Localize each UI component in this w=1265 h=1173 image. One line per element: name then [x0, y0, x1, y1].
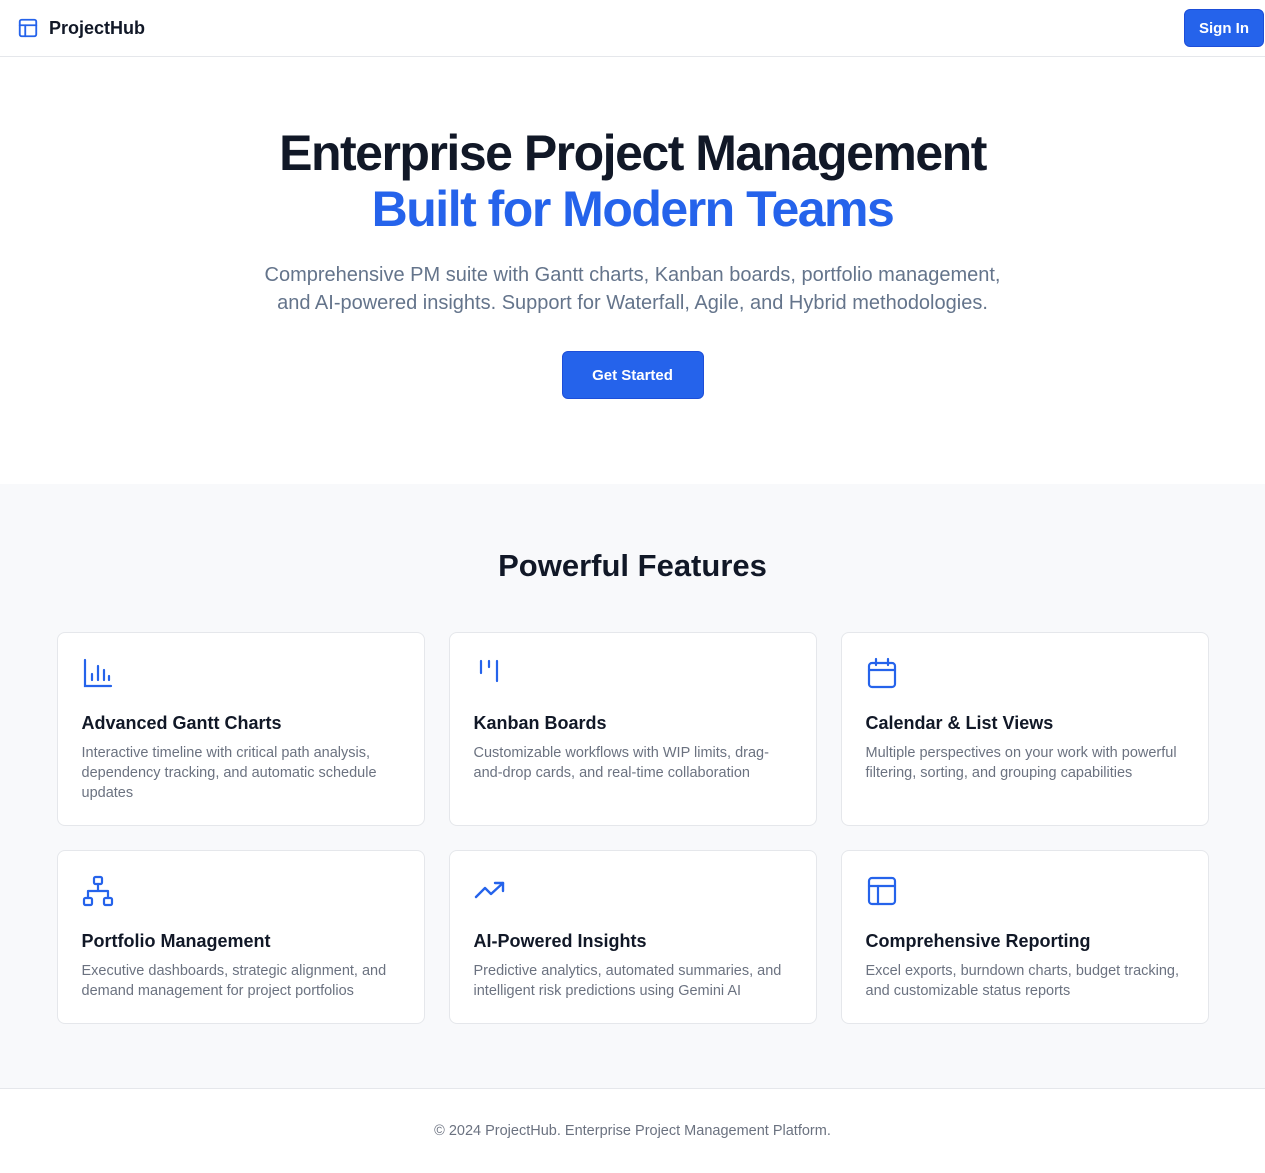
- calendar-icon: [866, 657, 898, 689]
- bar-chart-icon: [82, 657, 114, 689]
- feature-title: Comprehensive Reporting: [865, 931, 1091, 951]
- sign-in-button[interactable]: Sign In: [1184, 9, 1264, 47]
- features-grid: Advanced Gantt Charts Interactive timeli…: [56, 632, 1209, 1024]
- footer-copyright: © 2024 ProjectHub. Enterprise Project Ma…: [434, 1123, 831, 1139]
- feature-card-reporting: Comprehensive Reporting Excel exports, b…: [840, 850, 1209, 1024]
- hero-title-accent: Built for Modern Teams: [371, 181, 895, 237]
- feature-card-portfolio: Portfolio Management Executive dashboard…: [56, 850, 425, 1024]
- feature-description: Customizable workflows with WIP limits, …: [473, 745, 769, 781]
- feature-card-gantt: Advanced Gantt Charts Interactive timeli…: [56, 632, 425, 826]
- trending-up-icon: [474, 875, 506, 907]
- feature-title: Portfolio Management: [81, 931, 271, 951]
- feature-description: Excel exports, burndown charts, budget t…: [865, 963, 1180, 999]
- features-section: Powerful Features Advanced Gantt Charts …: [0, 484, 1265, 1088]
- feature-description: Executive dashboards, strategic alignmen…: [81, 963, 387, 999]
- feature-description: Predictive analytics, automated summarie…: [473, 963, 782, 999]
- brand[interactable]: ProjectHub: [17, 17, 145, 39]
- hero-title: Enterprise Project Management: [279, 125, 987, 181]
- features-title: Powerful Features: [498, 548, 767, 583]
- feature-title: Advanced Gantt Charts: [81, 713, 282, 733]
- feature-card-kanban: Kanban Boards Customizable workflows wit…: [448, 632, 817, 826]
- get-started-button[interactable]: Get Started: [561, 351, 704, 399]
- feature-description: Multiple perspectives on your work with …: [865, 745, 1177, 781]
- hero-section: Enterprise Project Management Built for …: [0, 57, 1265, 484]
- kanban-icon: [474, 657, 506, 689]
- hero-subtitle: Comprehensive PM suite with Gantt charts…: [264, 264, 1001, 314]
- layout-icon: [17, 17, 39, 39]
- feature-title: AI-Powered Insights: [473, 931, 647, 951]
- feature-card-calendar: Calendar & List Views Multiple perspecti…: [840, 632, 1209, 826]
- feature-description: Interactive timeline with critical path …: [81, 745, 377, 801]
- footer: © 2024 ProjectHub. Enterprise Project Ma…: [0, 1088, 1265, 1173]
- brand-name: ProjectHub: [49, 17, 146, 38]
- top-nav: ProjectHub Sign In: [0, 0, 1265, 57]
- feature-title: Calendar & List Views: [865, 713, 1054, 733]
- feature-title: Kanban Boards: [473, 713, 607, 733]
- layout-icon: [866, 875, 898, 907]
- network-icon: [82, 875, 114, 907]
- feature-card-ai: AI-Powered Insights Predictive analytics…: [448, 850, 817, 1024]
